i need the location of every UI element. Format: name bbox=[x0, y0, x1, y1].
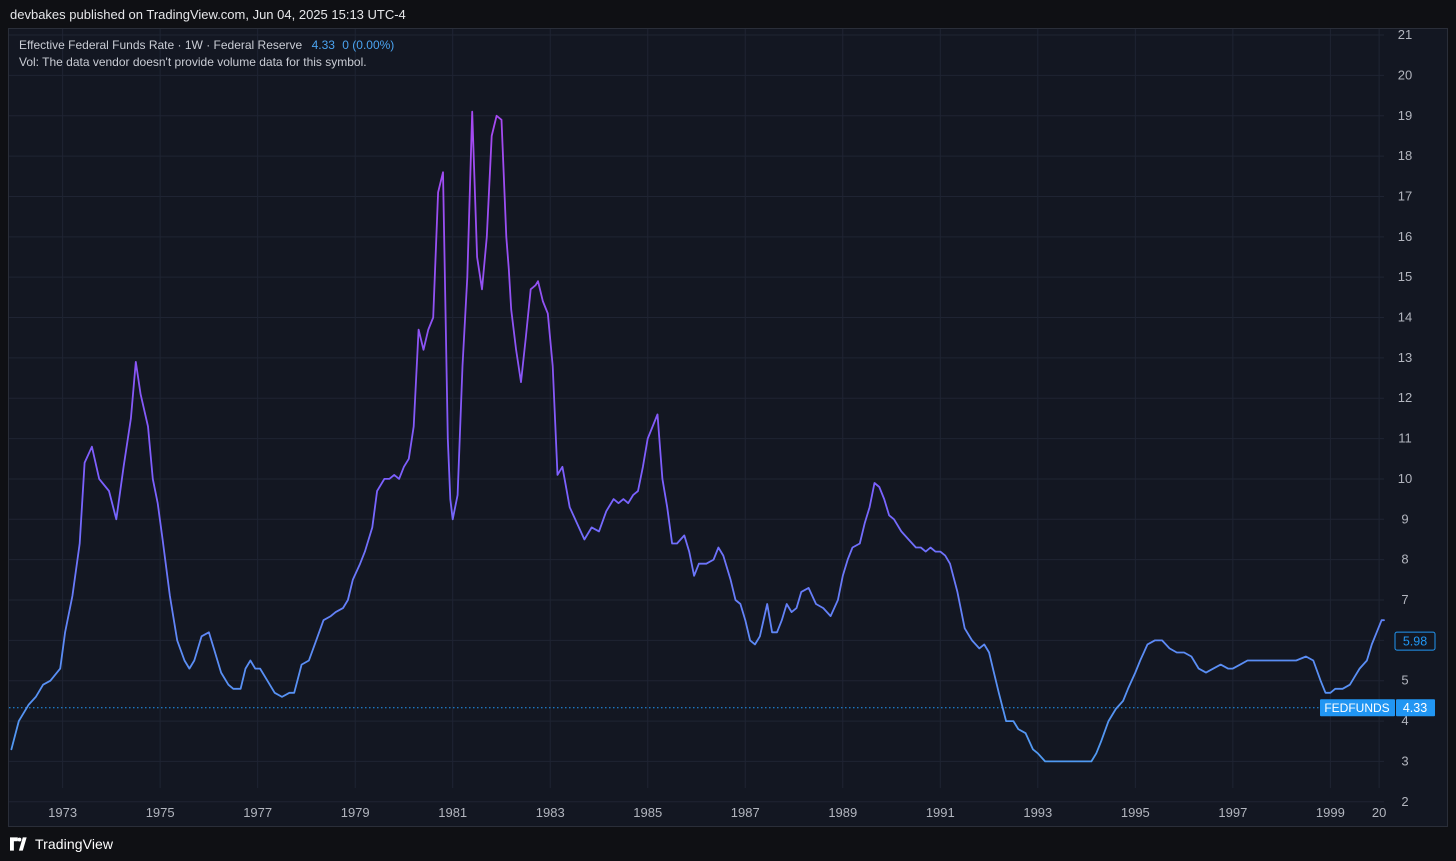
y-tick-label: 14 bbox=[1398, 310, 1412, 325]
symbol-tag-label: FEDFUNDS bbox=[1324, 701, 1389, 715]
y-tick-label: 9 bbox=[1401, 511, 1408, 526]
y-tick-label: 21 bbox=[1398, 29, 1412, 42]
series-layer bbox=[10, 110, 1385, 763]
footer-branding[interactable]: TradingView bbox=[0, 827, 1456, 861]
x-tick-label: 1983 bbox=[536, 805, 565, 820]
price-tags: 5.98 FEDFUNDS 4.33 bbox=[1320, 631, 1436, 717]
legend-volume-note: Vol: The data vendor doesn't provide vol… bbox=[19, 55, 367, 69]
y-tick-label: 17 bbox=[1398, 188, 1412, 203]
y-tick-label: 11 bbox=[1398, 431, 1412, 446]
publisher-line: devbakes published on TradingView.com, J… bbox=[0, 0, 1456, 28]
y-tick-label: 8 bbox=[1401, 552, 1408, 567]
x-tick-label: 1993 bbox=[1023, 805, 1052, 820]
x-tick-label: 1991 bbox=[926, 805, 955, 820]
x-tick-label: 1995 bbox=[1121, 805, 1150, 820]
x-tick-label: 1973 bbox=[48, 805, 77, 820]
y-tick-label: 3 bbox=[1401, 753, 1408, 768]
x-tick-label: 1987 bbox=[731, 805, 760, 820]
y-tick-label: 5 bbox=[1401, 673, 1408, 688]
grid-lines bbox=[9, 29, 1384, 803]
x-tick-label: 1975 bbox=[146, 805, 175, 820]
legend-change: 0 (0.00%) bbox=[342, 38, 395, 52]
legend-last-value: 4.33 bbox=[311, 38, 335, 52]
series-line bbox=[10, 110, 1385, 763]
x-tick-label: 1977 bbox=[243, 805, 272, 820]
y-axis: 23456789101112131415161718192021 bbox=[1398, 29, 1412, 809]
chart-legend: Effective Federal Funds Rate · 1W · Fede… bbox=[19, 37, 394, 71]
x-tick-label: 1985 bbox=[633, 805, 662, 820]
x-tick-label: 1981 bbox=[438, 805, 467, 820]
legend-title-row: Effective Federal Funds Rate · 1W · Fede… bbox=[19, 37, 394, 54]
tradingview-brand: TradingView bbox=[35, 836, 114, 852]
y-tick-label: 20 bbox=[1398, 67, 1412, 82]
last-price-tag-value: 5.98 bbox=[1403, 635, 1427, 649]
chart-pane[interactable]: 23456789101112131415161718192021 1973197… bbox=[8, 28, 1448, 827]
current-price-tag-value: 4.33 bbox=[1403, 701, 1427, 715]
y-tick-label: 19 bbox=[1398, 108, 1412, 123]
x-axis: 1973 1975 1977 1979 1981 1983 1985 1987 1989 1991… bbox=[48, 805, 1386, 820]
y-tick-label: 10 bbox=[1398, 471, 1412, 486]
y-tick-label: 18 bbox=[1398, 148, 1412, 163]
x-tick-label: 20 bbox=[1372, 805, 1386, 820]
x-tick-label: 1989 bbox=[828, 805, 857, 820]
x-tick-label: 1979 bbox=[341, 805, 370, 820]
y-tick-label: 7 bbox=[1401, 592, 1408, 607]
tradingview-logo-icon bbox=[10, 837, 27, 851]
price-chart[interactable]: 23456789101112131415161718192021 1973197… bbox=[9, 29, 1449, 828]
legend-symbol-title: Effective Federal Funds Rate · 1W · Fede… bbox=[19, 38, 303, 52]
y-tick-label: 12 bbox=[1398, 390, 1412, 405]
y-tick-label: 16 bbox=[1398, 229, 1412, 244]
y-tick-label: 15 bbox=[1398, 269, 1412, 284]
x-tick-label: 1999 bbox=[1316, 805, 1345, 820]
x-tick-label: 1997 bbox=[1218, 805, 1247, 820]
y-tick-label: 2 bbox=[1401, 794, 1408, 809]
y-tick-label: 13 bbox=[1398, 350, 1412, 365]
